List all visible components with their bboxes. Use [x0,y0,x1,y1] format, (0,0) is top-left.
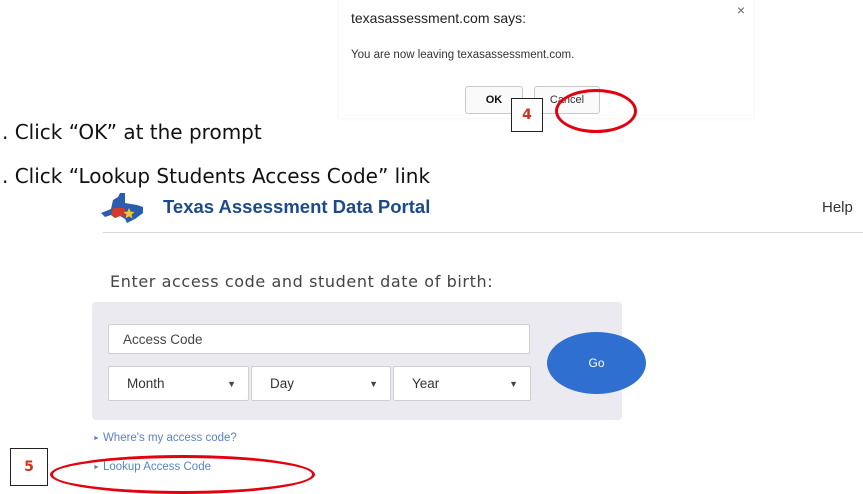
day-select[interactable]: Day ▼ [251,366,391,401]
access-form-card [92,302,622,420]
go-button[interactable]: Go [547,332,646,394]
portal-title: Texas Assessment Data Portal [163,196,431,217]
chevron-down-icon: ▼ [369,378,378,389]
form-prompt: Enter access code and student date of bi… [110,272,494,291]
wheres-my-access-code-label: Where's my access code? [102,432,237,444]
day-select-value: Day [270,376,295,391]
lookup-link-highlight [50,455,315,494]
step-5-instruction: . Click “Lookup Students Access Code” li… [2,164,431,188]
chevron-down-icon: ▼ [509,378,518,389]
access-code-input[interactable] [108,324,530,354]
ok-button-highlight [555,89,637,133]
dialog-title: texasassessment.com says: [351,10,527,26]
year-select[interactable]: Year ▼ [393,366,531,401]
step-4-instruction: . Click “OK” at the prompt [2,120,262,144]
wheres-my-access-code-link[interactable]: ► Where's my access code? [93,432,237,444]
month-select-value: Month [127,376,165,391]
month-select[interactable]: Month ▼ [108,366,249,401]
texas-flag-map-logo [101,193,143,223]
dialog-message: You are now leaving texasassessment.com. [351,49,575,61]
chevron-down-icon: ▼ [227,378,236,389]
year-select-value: Year [412,376,440,391]
close-icon[interactable]: × [737,2,745,18]
triangle-right-icon: ► [93,435,100,442]
help-link[interactable]: Help [822,199,853,216]
leave-site-dialog: texasassessment.com says: × You are now … [339,0,753,118]
header-divider [103,232,863,233]
step-5-marker: 5 [10,448,48,486]
step-4-marker: 4 [511,98,543,132]
